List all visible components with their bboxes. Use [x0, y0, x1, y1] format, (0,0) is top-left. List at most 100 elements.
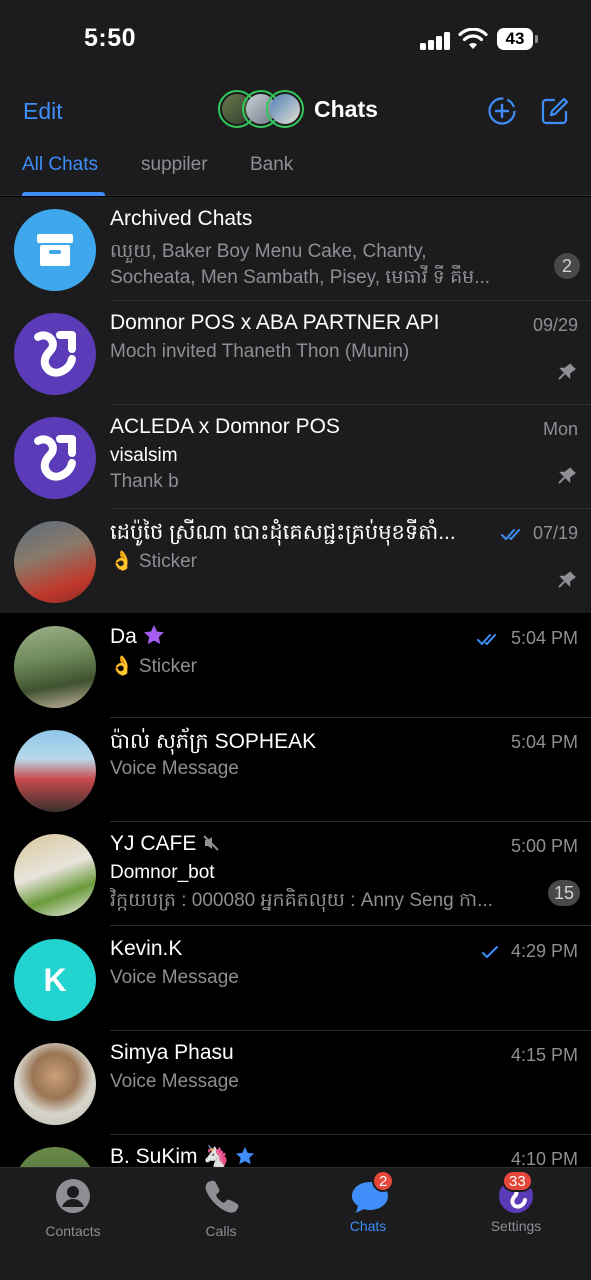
chat-name: Domnor POS x ABA PARTNER API [110, 311, 440, 334]
chat-name-text: B. SuKim [110, 1145, 198, 1167]
chat-preview: Moch invited Thaneth Thon (Munin) [110, 341, 410, 362]
tab-settings-label: Settings [490, 1218, 542, 1234]
chat-name: ACLEDA x Domnor POS [110, 415, 340, 438]
tab-contacts[interactable]: Contacts [13, 1178, 133, 1239]
domnor-logo-icon [34, 435, 76, 481]
tab-calls-label: Calls [205, 1223, 237, 1239]
cellular-signal-icon [420, 32, 452, 50]
header-area: 5:50 43 Edit Chats All Chats suppiler Ba… [0, 0, 591, 196]
tab-chats-label: Chats [349, 1218, 387, 1234]
chats-badge: 2 [372, 1170, 395, 1192]
chat-preview: Voice Message [110, 1071, 239, 1092]
avatar [14, 417, 96, 499]
chat-preview-line2: Socheata, Men Sambath, Pisey, មេធាវី ទី … [110, 267, 491, 288]
chat-date: 09/29 [532, 315, 578, 335]
tab-contacts-label: Contacts [45, 1223, 101, 1239]
stories-and-title[interactable]: Chats [218, 90, 378, 128]
tab-bank[interactable]: Bank [250, 154, 293, 176]
pin-icon [558, 363, 576, 380]
edit-button[interactable]: Edit [23, 98, 63, 125]
chat-date: Mon [542, 419, 578, 439]
chat-sender: visalsim [110, 445, 178, 466]
chat-preview: 👌 Sticker [110, 656, 198, 677]
archived-chats-row[interactable]: Archived Chats ឈួយ, Baker Boy Menu Cake,… [0, 197, 591, 301]
chat-preview: 👌 Sticker [110, 551, 198, 572]
battery-icon: 43 [497, 28, 533, 50]
status-bar: 5:50 43 [0, 0, 591, 80]
avatar [14, 1043, 96, 1125]
compose-icon[interactable] [540, 96, 570, 126]
chat-name: Simya Phasu [110, 1041, 234, 1064]
chat-preview: វិក្កយបត្រ : 000080 អ្នកគិតលុយ : Anny Se… [110, 890, 493, 911]
chat-name: Kevin.K [110, 937, 183, 960]
read-double-check-icon [477, 634, 496, 645]
new-story-icon[interactable] [487, 96, 517, 126]
read-check-icon [482, 946, 498, 958]
chat-row[interactable]: ACLEDA x Domnor POS Mon visalsim Thank b [0, 405, 591, 509]
pin-icon [558, 571, 576, 588]
chat-preview: Thank b [110, 471, 179, 492]
chat-name: ដេប៉ូថៃ ស្រីណា បោះដុំគេសជ្ជះគ្រប់មុខទីតា… [110, 521, 456, 544]
chat-row[interactable]: ដេប៉ូថៃ ស្រីណា បោះដុំគេសជ្ជះគ្រប់មុខទីតា… [0, 509, 591, 613]
chat-date: 5:04 PM [510, 732, 578, 752]
muted-icon [203, 835, 219, 851]
navigation-bar: Edit Chats [0, 80, 591, 144]
chat-row[interactable]: K Kevin.K 4:29 PM Voice Message [0, 927, 591, 1031]
star-icon [236, 1146, 255, 1165]
avatar-initial: K [14, 939, 96, 1021]
pin-icon [558, 467, 576, 484]
chat-sender: Domnor_bot [110, 862, 215, 883]
domnor-logo-icon [34, 331, 76, 377]
story-avatar[interactable] [266, 90, 304, 128]
chat-name-text: YJ CAFE [110, 832, 197, 855]
tab-active-indicator [22, 192, 105, 196]
page-title: Chats [314, 95, 378, 122]
chat-date: 4:29 PM [510, 941, 578, 961]
chat-row[interactable]: ប៉ាល់ សុភ័ក្រ SOPHEAK 5:04 PM Voice Mess… [0, 718, 591, 822]
avatar [14, 1147, 96, 1167]
tab-suppiler[interactable]: suppiler [141, 154, 208, 176]
tab-settings[interactable]: 33 Settings [456, 1170, 576, 1234]
folder-tabs: All Chats suppiler Bank [0, 144, 591, 196]
phone-icon [205, 1180, 239, 1213]
chat-date: 07/19 [532, 523, 578, 543]
chat-list: Archived Chats ឈួយ, Baker Boy Menu Cake,… [0, 197, 591, 1167]
unread-badge: 2 [554, 253, 580, 279]
wifi-icon [458, 28, 488, 49]
tab-chats[interactable]: 2 Chats [308, 1170, 428, 1234]
chat-name: Da [110, 624, 165, 649]
chats-tab-icon-wrap: 2 [350, 1170, 395, 1214]
chat-row[interactable]: Domnor POS x ABA PARTNER API 09/29 Moch … [0, 301, 591, 405]
read-double-check-icon [501, 529, 520, 540]
avatar [14, 834, 96, 916]
battery-cap [535, 35, 538, 43]
chat-name: B. SuKim 🦄 [110, 1145, 255, 1167]
tab-bar: Contacts Calls 2 Chats 33 Settings [0, 1167, 591, 1280]
chat-row[interactable]: Simya Phasu 4:15 PM Voice Message [0, 1031, 591, 1135]
tab-all-chats[interactable]: All Chats [22, 154, 98, 176]
chat-date: 5:00 PM [510, 836, 578, 856]
premium-star-icon [143, 625, 164, 645]
chat-date: 4:10 PM [510, 1149, 578, 1167]
avatar [14, 730, 96, 812]
row-separator [110, 925, 591, 926]
settings-tab-icon-wrap: 33 [498, 1170, 534, 1214]
chat-date: 5:04 PM [510, 628, 578, 648]
chat-preview: Voice Message [110, 758, 239, 779]
chat-preview-line1: ឈួយ, Baker Boy Menu Cake, Chanty, [110, 241, 427, 262]
avatar [14, 313, 96, 395]
avatar [14, 626, 96, 708]
settings-badge: 33 [502, 1170, 533, 1192]
avatar [14, 521, 96, 603]
chat-row[interactable]: YJ CAFE 5:00 PM Domnor_bot វិក្កយបត្រ : … [0, 822, 591, 926]
chat-row[interactable]: B. SuKim 🦄 4:10 PM [0, 1135, 591, 1167]
chat-row[interactable]: Da 5:04 PM 👌 Sticker [0, 614, 591, 718]
chat-name-text: Da [110, 625, 137, 648]
status-time: 5:50 [84, 24, 137, 52]
chat-date: 4:15 PM [510, 1045, 578, 1065]
unicorn-emoji-icon: 🦄 [203, 1145, 230, 1167]
chat-name: YJ CAFE [110, 832, 220, 856]
tab-calls[interactable]: Calls [161, 1178, 281, 1239]
chat-preview: Voice Message [110, 967, 239, 988]
chat-name: ប៉ាល់ សុភ័ក្រ SOPHEAK [110, 730, 317, 753]
